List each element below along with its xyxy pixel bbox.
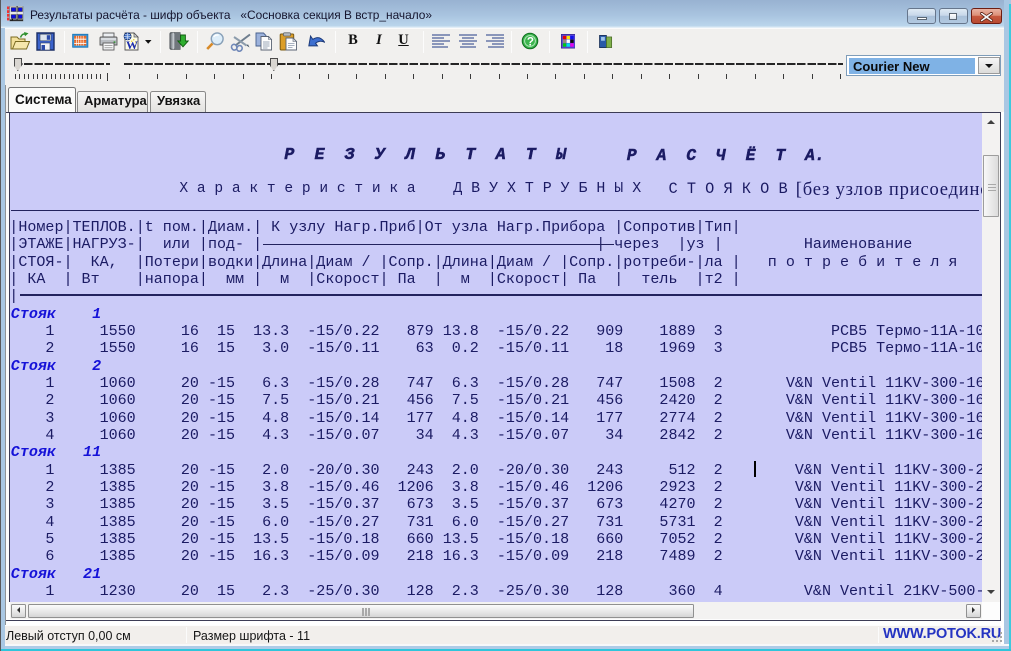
svg-text:?: ? [527,35,534,48]
